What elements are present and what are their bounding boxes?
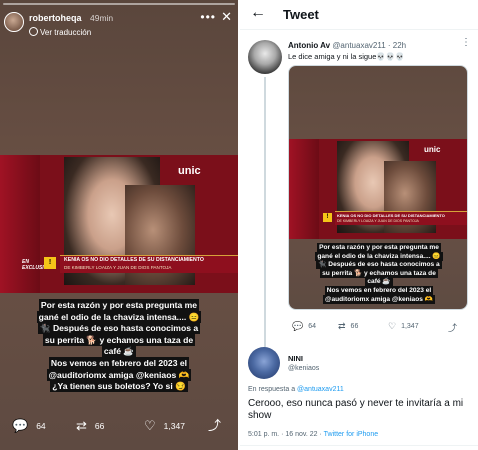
share-icon: ⤴	[448, 323, 458, 333]
caption-line: @auditoriomx amiga @keniaos 🫶	[46, 368, 192, 381]
author-handle: @antuaxav211	[332, 41, 386, 50]
in-reply-to: En respuesta a @antuaxav211	[248, 386, 344, 393]
tv-logo: unic	[424, 145, 441, 154]
like-button[interactable]: ♡ 1,347	[388, 321, 419, 332]
tweet-text: Le dice amiga y ni la sigue💀💀💀	[288, 52, 405, 61]
media-caption: Por esta razón y por esta pregunta me ga…	[295, 243, 463, 304]
tweet-author[interactable]: Antonio Av @antuaxav211 · 22h	[288, 41, 406, 50]
tweet-actions-bar: 💬 64 ⇄ 66 ♡ 1,347 ⤴	[288, 321, 468, 335]
share-button[interactable]: ⤴	[448, 321, 457, 334]
caption-line: @auditoriomx amiga @keniaos 🫶	[323, 294, 435, 304]
story-actions-bar: 💬 64 ⇄ 66 ♡ 1,347 ⤴	[0, 416, 238, 438]
retweet-count: 66	[94, 421, 105, 431]
story-username[interactable]: robertoheqa	[29, 13, 82, 23]
reply-icon: 💬	[292, 321, 304, 331]
caption-line: Nos vemos en febrero del 2023 el	[48, 356, 190, 369]
caption-line: Por esta razón y por esta pregunta me	[38, 299, 200, 311]
tv-badge: !	[44, 257, 56, 269]
avatar[interactable]	[4, 12, 24, 32]
story-progress-bar	[3, 3, 235, 5]
reply-meta: 5:01 p. m. · 16 nov. 22 · Twitter for iP…	[248, 431, 378, 438]
reply-datetime: 5:01 p. m. · 16 nov. 22 ·	[248, 431, 322, 438]
translate-label: Ver traducción	[40, 28, 92, 37]
tweet-media-image[interactable]: unic ! KENIA OS NO DIO DETALLES DE SU DI…	[288, 65, 468, 310]
tv-subheadline: DE KIMBERLY LOAIZA Y JUAN DE DIOS PANTOJ…	[64, 265, 172, 270]
reply-text: Cerooo, eso nunca pasó y never te invita…	[248, 398, 464, 421]
retweet-button[interactable]: ⇄ 66	[338, 321, 358, 332]
share-icon: ⤴	[208, 418, 222, 433]
divider	[240, 445, 478, 446]
share-button[interactable]: ⤴	[208, 419, 221, 433]
tv-subheadline: DE KIMBERLY LOAIZA Y JUAN DE DIOS PANTOJ…	[337, 219, 419, 223]
story-caption: Por esta razón y por esta pregunta me ga…	[6, 299, 232, 393]
caption-line: 🐈‍⬛ Después de eso hasta conocimos a	[316, 260, 442, 270]
reply-button[interactable]: 💬 64	[12, 419, 46, 433]
author-time: · 22h	[387, 41, 407, 50]
story-time: 49min	[90, 13, 114, 23]
heart-icon: ♡	[388, 321, 397, 331]
close-icon[interactable]: ✕	[221, 9, 232, 25]
author-name: Antonio Av	[288, 41, 331, 50]
reply-author-handle[interactable]: @keniaos	[288, 365, 319, 372]
tv-screenshot-thumb: unic ! KENIA OS NO DIO DETALLES DE SU DI…	[289, 139, 467, 239]
reply-icon: 💬	[12, 418, 29, 433]
tv-logo: unic	[178, 165, 201, 177]
globe-icon	[29, 27, 38, 36]
avatar[interactable]	[248, 347, 280, 379]
in-reply-prefix: En respuesta a	[248, 386, 296, 393]
tv-headline: KENIA OS NO DIO DETALLES DE SU DISTANCIA…	[337, 213, 445, 218]
story-header: robertoheqa 49min ••• ✕ Ver traducción	[4, 9, 234, 43]
caption-line: Por esta razón y por esta pregunta me	[317, 243, 441, 252]
retweet-count: 66	[350, 323, 359, 330]
more-horizontal-icon[interactable]: •••	[200, 10, 216, 24]
caption-line: 🐈‍⬛ Después de eso hasta conocimos a	[37, 322, 201, 335]
tv-headline: KENIA OS NO DIO DETALLES DE SU DISTANCIA…	[64, 257, 204, 263]
retweet-icon: ⇄	[76, 418, 87, 433]
like-count: 1,347	[401, 323, 419, 330]
retweet-icon: ⇄	[338, 321, 346, 331]
caption-line: ¿Ya tienen sus boletos? Yo si 😏	[50, 380, 188, 393]
like-count: 1,347	[163, 421, 185, 431]
thread-line	[264, 77, 266, 372]
like-button[interactable]: ♡ 1,347	[144, 419, 185, 433]
tweet-page: ← Tweet Antonio Av @antuaxav211 · 22h ⋮ …	[238, 0, 478, 450]
exclusive-label: EN EXCLUSIVA	[22, 259, 51, 271]
tv-badge: !	[323, 213, 332, 222]
reply-button[interactable]: 💬 64	[292, 321, 316, 332]
more-vertical-icon[interactable]: ⋮	[461, 37, 471, 48]
instagram-story: robertoheqa 49min ••• ✕ Ver traducción u…	[0, 0, 238, 450]
in-reply-handle-link[interactable]: @antuaxav211	[297, 386, 344, 393]
caption-line: gané el odio de la chaviza intensa.... 😑	[36, 310, 202, 323]
translate-link[interactable]: Ver traducción	[29, 27, 91, 37]
retweet-button[interactable]: ⇄ 66	[76, 419, 104, 433]
reply-count: 64	[308, 323, 317, 330]
tweet-header: ← Tweet	[240, 0, 478, 30]
caption-line: su perrita 🐕 y echamos una taza de	[42, 333, 196, 346]
avatar[interactable]	[248, 40, 282, 74]
caption-line: Nos vemos en febrero del 2023 el	[324, 285, 434, 295]
reply-source-link[interactable]: Twitter for iPhone	[324, 431, 378, 438]
tv-screenshot: unic EN EXCLUSIVA ! KENIA OS NO DIO DETA…	[0, 155, 238, 293]
heart-icon: ♡	[144, 418, 156, 433]
back-arrow-icon[interactable]: ←	[250, 4, 266, 22]
reply-count: 64	[36, 421, 46, 431]
page-title: Tweet	[283, 7, 319, 22]
reply-author-name[interactable]: NINI	[288, 354, 303, 363]
caption-line: café ☕	[101, 345, 137, 358]
